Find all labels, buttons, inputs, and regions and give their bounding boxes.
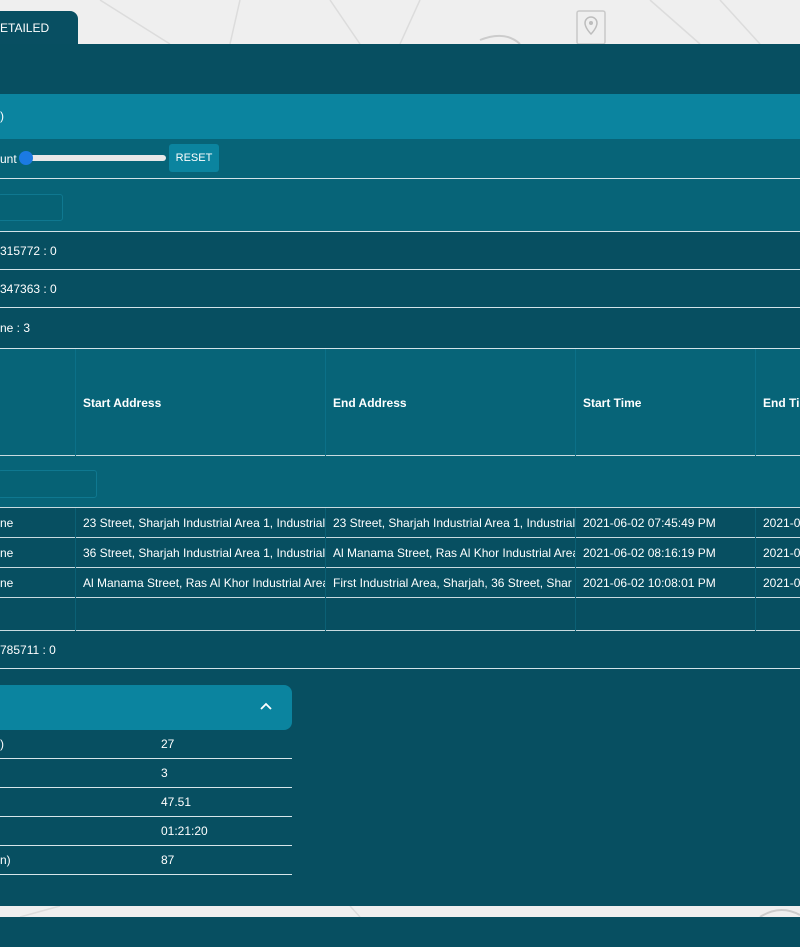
info-row: 785711 : 0 (0, 631, 800, 669)
column-header-start-time[interactable]: Start Time (576, 349, 756, 456)
table-cell: 2021-06-02 10:08:01 PM (576, 568, 756, 598)
info-text: 315772 : 0 (0, 244, 57, 258)
summary-value: 27 (161, 737, 175, 751)
info-row: ne : 3 (0, 308, 800, 349)
table-cell: 36 Street, Sharjah Industrial Area 1, In… (76, 538, 326, 568)
summary-row: ) 27 (0, 730, 292, 759)
filter-bar (0, 179, 800, 232)
info-text: ne : 3 (0, 321, 31, 335)
table-cell: 2021-0 (763, 576, 800, 590)
slider-handle[interactable] (19, 151, 33, 165)
column-header-end-address[interactable]: End Address (326, 349, 576, 456)
table-cell (576, 598, 756, 631)
table-cell: 2021-0 (763, 546, 800, 560)
report-title: ) (0, 109, 4, 123)
map-pin-icon (576, 10, 606, 44)
table-cell (756, 598, 800, 631)
bottom-bar (0, 917, 800, 947)
info-text: 347363 : 0 (0, 282, 57, 296)
info-row: 315772 : 0 (0, 232, 800, 270)
column-header-end-time[interactable]: End Ti (756, 349, 800, 456)
summary-value: 01:21:20 (161, 824, 208, 838)
table-row[interactable]: ne 36 Street, Sharjah Industrial Area 1,… (0, 538, 800, 568)
table-cell: ne (0, 538, 76, 568)
tab-label: ETAILED (0, 21, 50, 35)
table-cell: ne (0, 568, 76, 598)
table-cell: 23 Street, Sharjah Industrial Area 1, In… (326, 508, 576, 538)
slider-label: unt (0, 152, 17, 166)
column-header-start-address[interactable]: Start Address (76, 349, 326, 456)
summary-row: 3 (0, 759, 292, 788)
report-title-bar: ) (0, 94, 800, 139)
table-row[interactable]: ne Al Manama Street, Ras Al Khor Industr… (0, 568, 800, 598)
info-row: 347363 : 0 (0, 270, 800, 308)
table-header: Start Address End Address Start Time End… (0, 349, 800, 456)
table-cell: 2021-06-02 08:16:19 PM (576, 538, 756, 568)
summary-value: 87 (161, 853, 175, 867)
report-panel: ) unt RESET 315772 : 0 347363 : 0 ne : 3… (0, 44, 800, 906)
summary-row: 47.51 (0, 788, 292, 817)
table-footer-row (0, 598, 800, 631)
reset-button[interactable]: RESET (169, 144, 219, 172)
slider-bar: unt RESET (0, 139, 800, 179)
tab-detailed[interactable]: ETAILED (0, 11, 78, 45)
summary-label: ) (0, 737, 4, 751)
range-slider[interactable] (24, 155, 166, 161)
table-cell: 2021-0 (763, 516, 800, 530)
table-cell: First Industrial Area, Sharjah, 36 Stree… (326, 568, 576, 598)
table-cell: Al Manama Street, Ras Al Khor Industrial… (76, 568, 326, 598)
summary-value: 3 (161, 766, 168, 780)
chevron-up-icon[interactable] (259, 701, 273, 711)
table-cell: 2021-06-02 07:45:49 PM (576, 508, 756, 538)
table-cell: Al Manama Street, Ras Al Khor Industrial… (326, 538, 576, 568)
table-cell (326, 598, 576, 631)
summary-row: 01:21:20 (0, 817, 292, 846)
table-cell: ne (0, 508, 76, 538)
column-filter-input[interactable] (0, 470, 97, 498)
summary-row: n) 87 (0, 846, 292, 875)
table-cell (0, 598, 76, 631)
table-filter-row (0, 456, 800, 508)
info-text: 785711 : 0 (0, 643, 56, 657)
summary-value: 47.51 (161, 795, 192, 809)
column-header[interactable] (0, 349, 76, 456)
summary-header[interactable] (0, 685, 292, 730)
trip-table: Start Address End Address Start Time End… (0, 349, 800, 631)
summary-label: n) (0, 853, 11, 867)
filter-input[interactable] (0, 194, 63, 221)
table-row[interactable]: ne 23 Street, Sharjah Industrial Area 1,… (0, 508, 800, 538)
table-cell (76, 598, 326, 631)
summary-card: ) 27 3 47.51 01:21:20 n) 87 (0, 685, 292, 875)
table-cell: 23 Street, Sharjah Industrial Area 1, In… (76, 508, 326, 538)
